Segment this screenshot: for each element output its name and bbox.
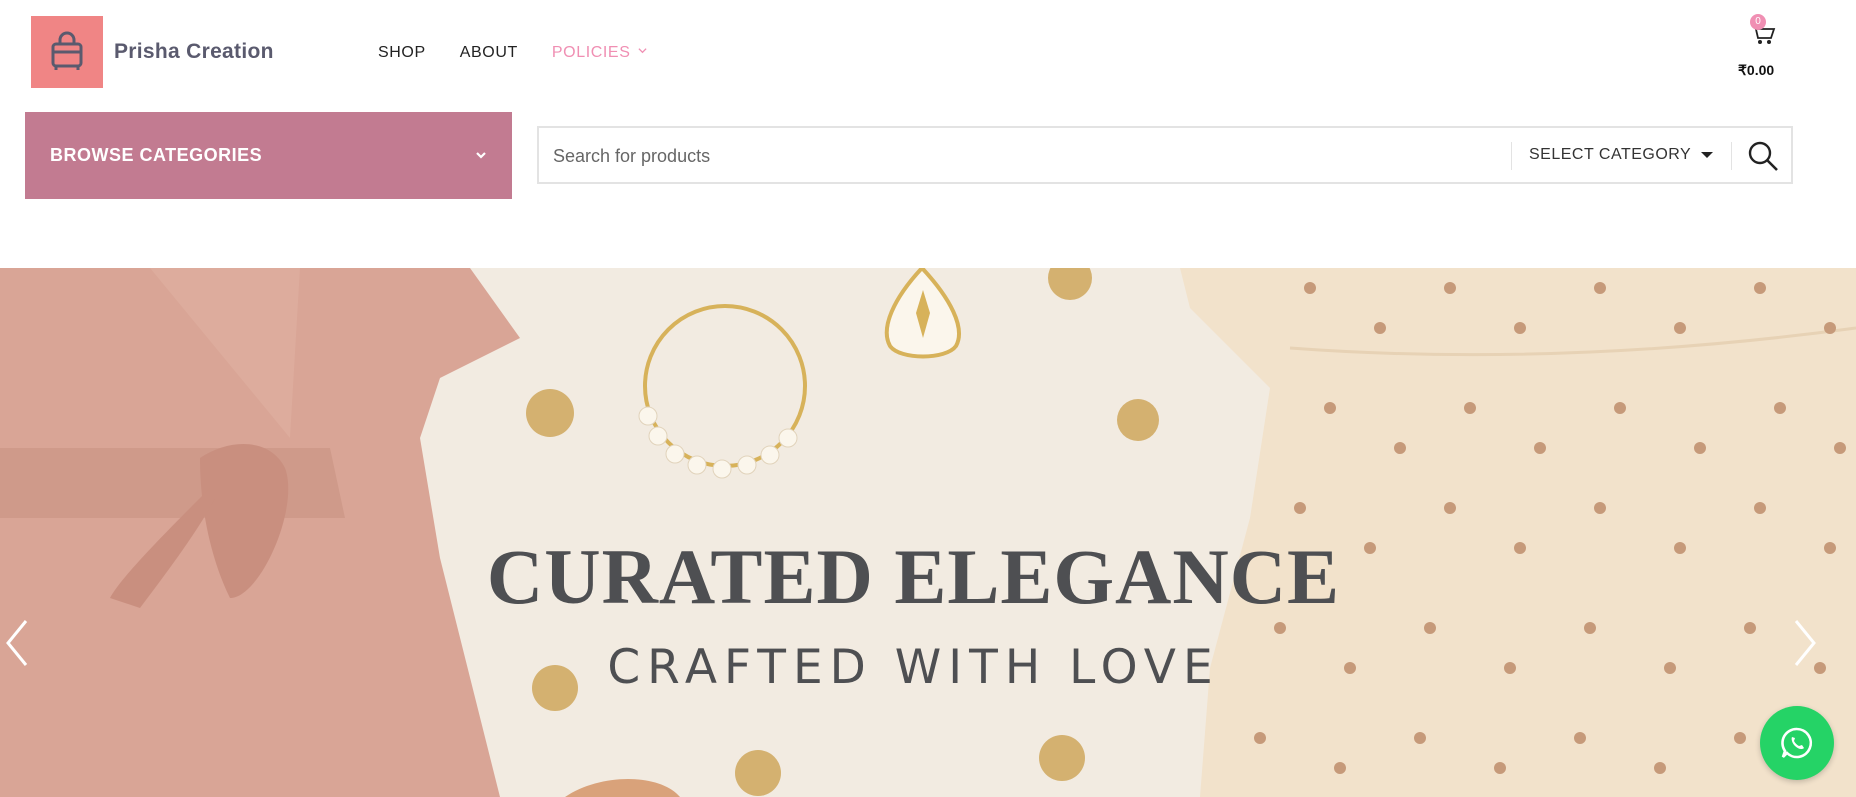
- nav-item-about[interactable]: ABOUT: [460, 44, 518, 62]
- whatsapp-chat-button[interactable]: [1760, 706, 1834, 780]
- chevron-down-icon: [476, 152, 486, 159]
- nav-item-policies[interactable]: POLICIES: [552, 44, 647, 62]
- hero-subtitle: CRAFTED WITH LOVE: [607, 640, 1220, 695]
- hero-slider: CURATED ELEGANCE CRAFTED WITH LOVE: [0, 268, 1856, 797]
- search-input[interactable]: [551, 128, 1555, 184]
- nav-item-shop[interactable]: SHOP: [378, 44, 426, 62]
- nav-item-policies-label: POLICIES: [551, 44, 631, 61]
- cart-total: ₹0.00: [1738, 62, 1775, 78]
- caret-down-icon: [1701, 152, 1714, 158]
- next-slide-arrow-icon[interactable]: [1790, 618, 1820, 668]
- brand-name[interactable]: Prisha Creation: [114, 40, 274, 64]
- site-header: Prisha Creation SHOP ABOUT POLICIES 0 ₹0…: [0, 0, 1856, 268]
- main-nav: SHOP ABOUT POLICIES: [378, 44, 647, 62]
- hero-title: CURATED ELEGANCE: [486, 533, 1341, 620]
- search-bar: SELECT CATEGORY: [537, 126, 1793, 184]
- browse-categories-label: BROWSE CATEGORIES: [50, 145, 263, 165]
- shopping-bag-icon: [51, 31, 83, 70]
- cart-widget[interactable]: 0 ₹0.00: [1738, 12, 1782, 82]
- browse-categories-button[interactable]: BROWSE CATEGORIES: [25, 112, 512, 199]
- cart-count-badge: 0: [1750, 14, 1766, 30]
- divider: [1511, 142, 1512, 170]
- whatsapp-icon: [1781, 727, 1813, 759]
- select-category-dropdown[interactable]: SELECT CATEGORY: [1529, 146, 1714, 164]
- chevron-down-icon: [637, 48, 647, 54]
- select-category-label: SELECT CATEGORY: [1529, 146, 1692, 163]
- prev-slide-arrow-icon[interactable]: [2, 618, 32, 668]
- search-icon[interactable]: [1747, 140, 1779, 172]
- divider: [1731, 142, 1732, 170]
- logo[interactable]: [31, 16, 103, 88]
